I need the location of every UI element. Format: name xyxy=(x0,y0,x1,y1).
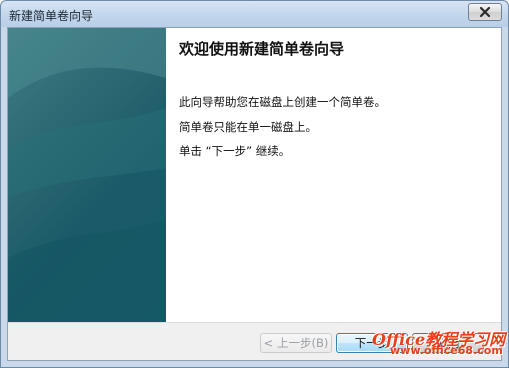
back-button[interactable]: < 上一步(B) xyxy=(260,333,332,353)
wizard-body: 欢迎使用新建简单卷向导 此向导帮助您在磁盘上创建一个简单卷。 简单卷只能在单一磁… xyxy=(7,27,502,361)
wizard-side-banner xyxy=(8,28,166,322)
wizard-paragraph: 简单卷只能在单一磁盘上。 xyxy=(179,120,317,134)
wizard-heading: 欢迎使用新建简单卷向导 xyxy=(179,40,345,58)
close-button[interactable] xyxy=(468,3,502,21)
wizard-paragraph: 此向导帮助您在磁盘上创建一个简单卷。 xyxy=(179,95,386,109)
wizard-paragraph: 单击 “下一步” 继续。 xyxy=(179,144,291,158)
wizard-window: 新建简单卷向导 欢迎使用新建简单卷向导 此向导帮助您在磁盘上创建一个简单卷。 简… xyxy=(0,0,509,368)
window-title: 新建简单卷向导 xyxy=(9,9,94,23)
title-bar[interactable]: 新建简单卷向导 xyxy=(1,1,508,27)
close-icon xyxy=(479,6,491,18)
watermark-url: www.office68.com xyxy=(390,344,503,357)
wizard-content: 欢迎使用新建简单卷向导 此向导帮助您在磁盘上创建一个简单卷。 简单卷只能在单一磁… xyxy=(166,28,501,322)
site-watermark: Office教程学习网 www.office68.com xyxy=(362,326,505,360)
banner-wave-graphic xyxy=(8,28,166,322)
